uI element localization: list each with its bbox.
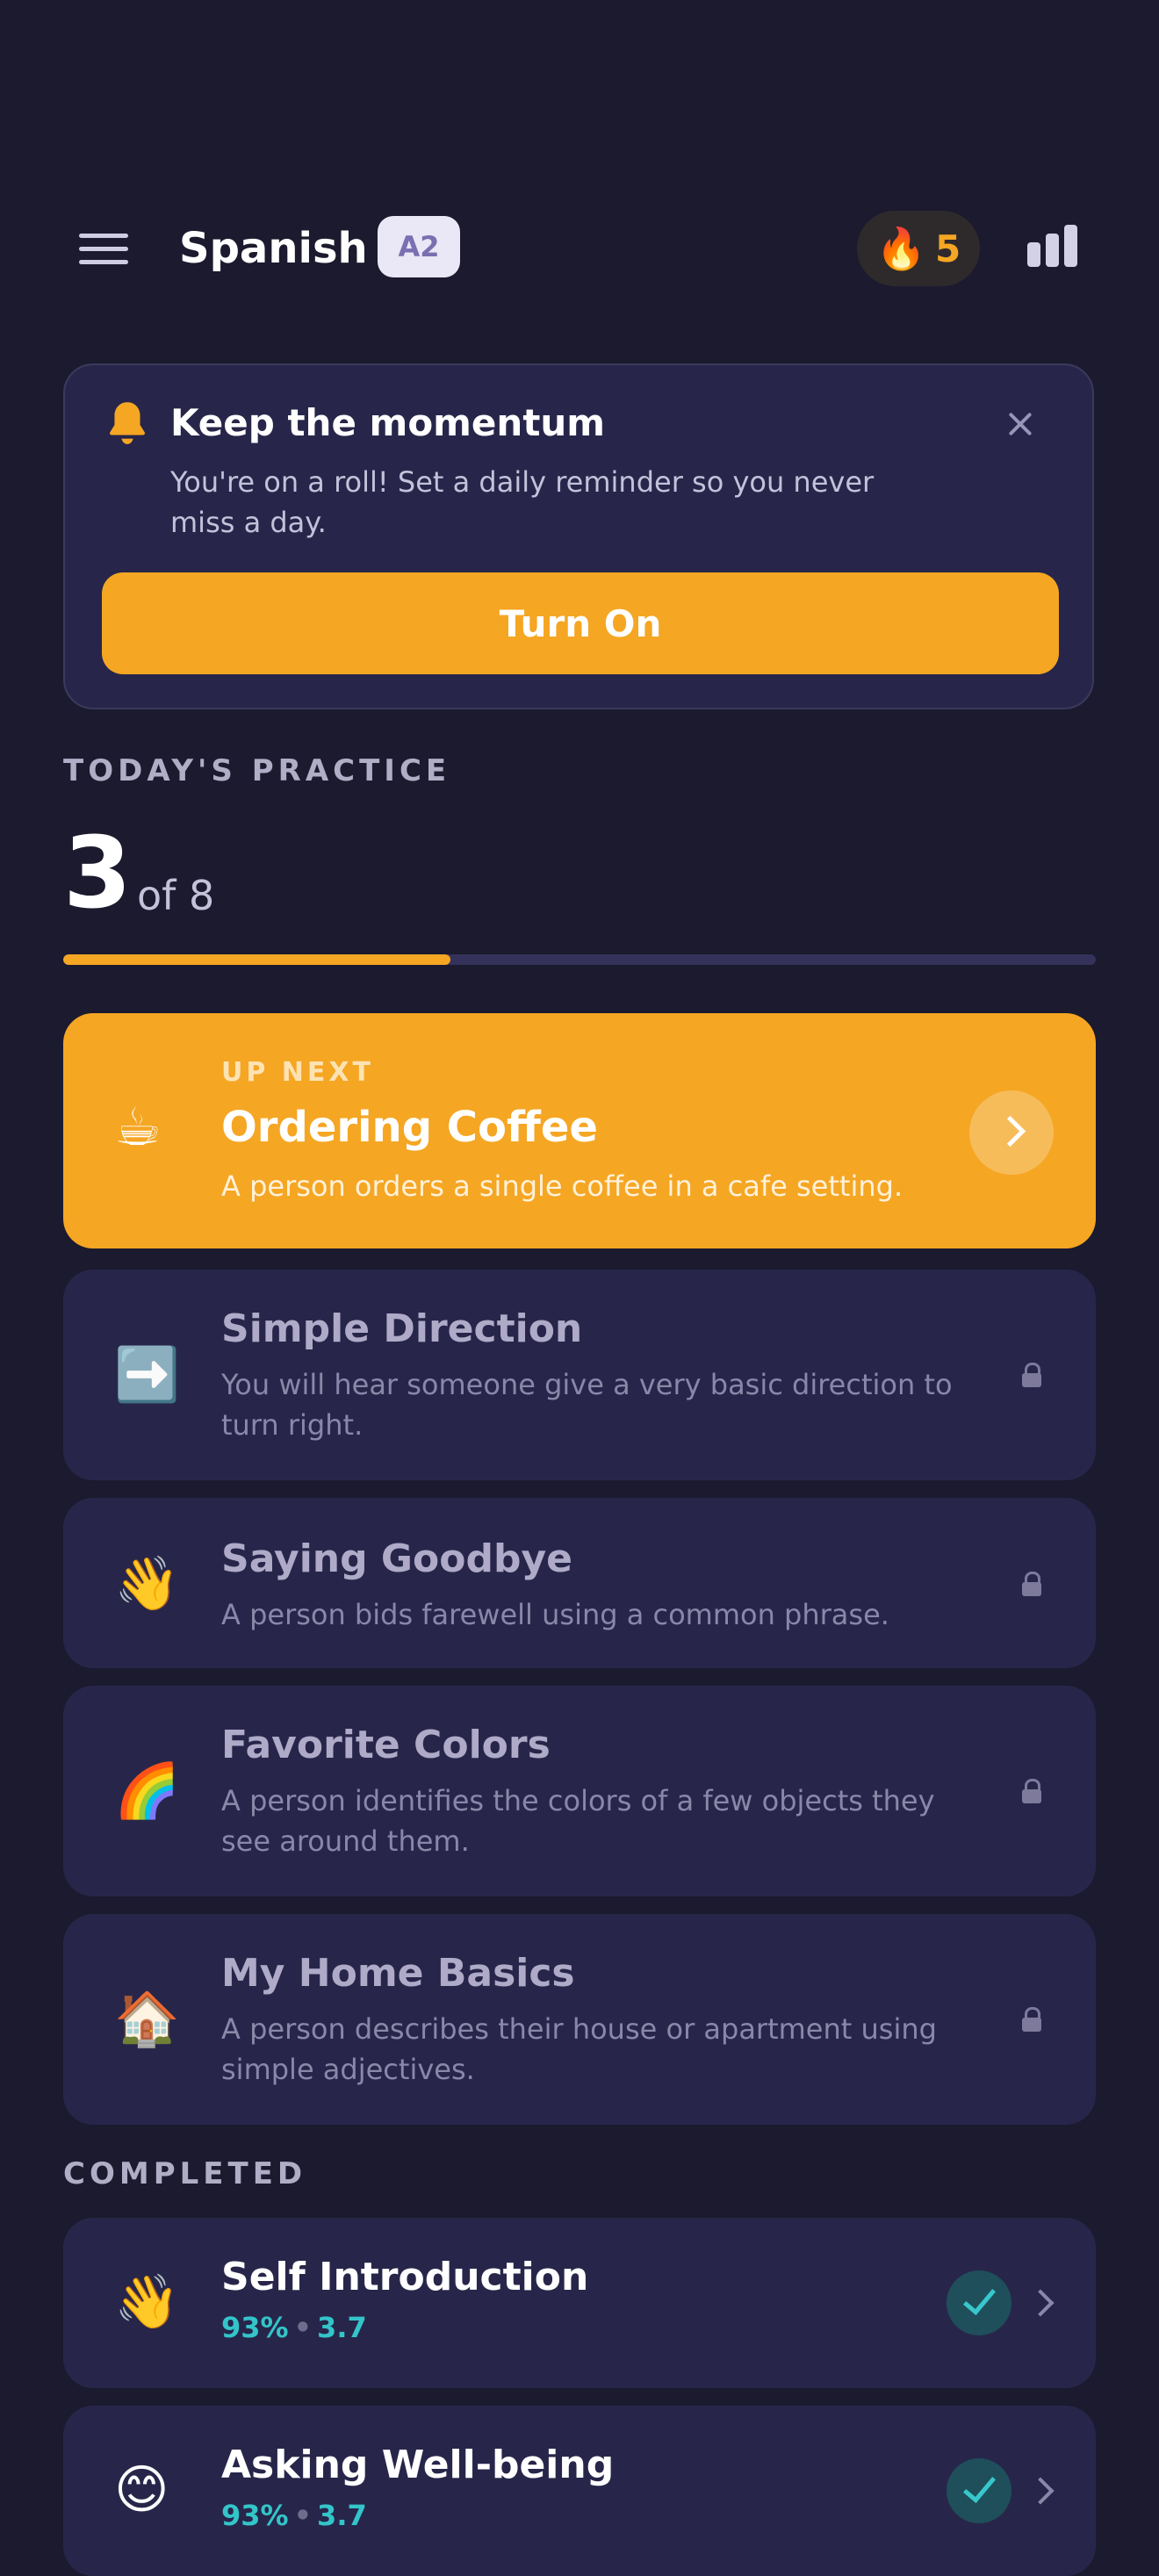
lock-icon bbox=[1022, 1572, 1041, 1596]
bell-icon bbox=[109, 402, 146, 444]
score-percent: 93% bbox=[221, 2499, 289, 2532]
chevron-right-icon bbox=[1026, 2289, 1055, 2317]
lesson-title: Saying Goodbye bbox=[221, 1536, 573, 1581]
score-rating: 3.7 bbox=[317, 2499, 367, 2532]
reminder-title: Keep the momentum bbox=[170, 401, 606, 444]
score-percent: 93% bbox=[221, 2311, 289, 2344]
house-icon: 🏠 bbox=[114, 1989, 180, 2050]
reminder-body: You're on a roll! Set a daily reminder s… bbox=[170, 465, 875, 539]
lesson-description: A person describes their house or apartm… bbox=[221, 2012, 937, 2086]
level-badge[interactable]: A2 bbox=[378, 216, 460, 277]
waving-hand-icon: 👋 bbox=[114, 1553, 180, 1615]
close-icon[interactable] bbox=[1001, 406, 1040, 444]
bar-chart-icon[interactable] bbox=[1027, 225, 1078, 267]
streak-pill[interactable]: 🔥 5 bbox=[857, 211, 980, 286]
hamburger-menu-icon[interactable] bbox=[79, 234, 128, 265]
lesson-description: A person identifies the colors of a few … bbox=[221, 1784, 935, 1858]
turn-on-button[interactable]: Turn On bbox=[102, 572, 1059, 674]
lesson-title: Favorite Colors bbox=[221, 1723, 551, 1767]
lesson-title: My Home Basics bbox=[221, 1951, 575, 1996]
lock-icon bbox=[1022, 1779, 1041, 1803]
language-title: Spanish bbox=[179, 224, 368, 273]
completed-count: 3 bbox=[63, 817, 132, 931]
check-icon bbox=[947, 2458, 1011, 2523]
reminder-card: Keep the momentum You're on a roll! Set … bbox=[63, 363, 1094, 709]
up-next-card[interactable]: ☕ UP NEXT Ordering Coffee A person order… bbox=[63, 1013, 1096, 1248]
lesson-description: A person bids farewell using a common ph… bbox=[221, 1598, 889, 1631]
lesson-card-locked[interactable]: ➡️ Simple Direction You will hear someon… bbox=[63, 1270, 1096, 1480]
arrow-right-icon: ➡️ bbox=[114, 1344, 180, 1406]
smiling-face-icon: 😊 bbox=[114, 2459, 169, 2521]
lesson-title: Self Introduction bbox=[221, 2255, 589, 2299]
progress-fill bbox=[63, 954, 450, 965]
completed-lesson-card[interactable]: 👋 Self Introduction 93% • 3.7 bbox=[63, 2218, 1096, 2388]
lesson-card-locked[interactable]: 🏠 My Home Basics A person describes thei… bbox=[63, 1914, 1096, 2125]
check-icon bbox=[947, 2270, 1011, 2335]
rainbow-icon: 🌈 bbox=[114, 1760, 180, 1822]
total-count: of 8 bbox=[137, 872, 215, 919]
lesson-card-locked[interactable]: 👋 Saying Goodbye A person bids farewell … bbox=[63, 1498, 1096, 1668]
lesson-score: 93% • 3.7 bbox=[221, 2311, 367, 2344]
lesson-title: Asking Well-being bbox=[221, 2443, 615, 2487]
score-rating: 3.7 bbox=[317, 2311, 367, 2344]
up-next-tag: UP NEXT bbox=[221, 1057, 374, 1088]
lesson-description: You will hear someone give a very basic … bbox=[221, 1368, 953, 1442]
section-title-completed: COMPLETED bbox=[63, 2156, 307, 2191]
section-title-practice: TODAY'S PRACTICE bbox=[63, 753, 451, 788]
coffee-icon: ☕ bbox=[114, 1097, 162, 1158]
lesson-description: A person orders a single coffee in a caf… bbox=[221, 1169, 903, 1203]
completed-lesson-card[interactable]: 😊 Asking Well-being 93% • 3.7 bbox=[63, 2406, 1096, 2576]
lesson-title: Ordering Coffee bbox=[221, 1103, 598, 1152]
waving-hand-icon: 👋 bbox=[114, 2271, 180, 2333]
practice-progress-bar bbox=[63, 954, 1096, 965]
fire-icon: 🔥 bbox=[875, 225, 927, 272]
lesson-card-locked[interactable]: 🌈 Favorite Colors A person identifies th… bbox=[63, 1686, 1096, 1896]
lesson-title: Simple Direction bbox=[221, 1306, 583, 1351]
chevron-right-icon bbox=[1026, 2477, 1055, 2505]
lesson-score: 93% • 3.7 bbox=[221, 2499, 367, 2532]
lock-icon bbox=[1022, 1363, 1041, 1387]
streak-count: 5 bbox=[935, 227, 961, 270]
chevron-right-icon[interactable] bbox=[969, 1090, 1054, 1175]
lock-icon bbox=[1022, 2007, 1041, 2032]
